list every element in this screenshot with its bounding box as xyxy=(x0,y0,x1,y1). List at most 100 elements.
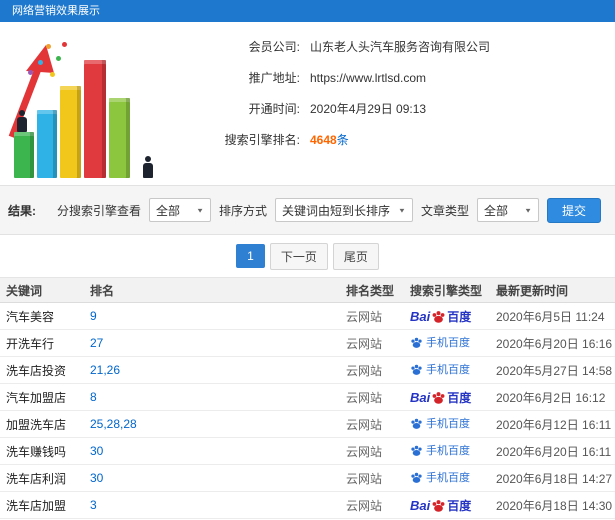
chart-bar xyxy=(60,86,81,178)
col-rank-type: 排名类型 xyxy=(346,283,395,298)
rank-link[interactable]: 25,28,28 xyxy=(90,417,137,431)
titlebar: 网络营销效果展示 xyxy=(0,0,615,22)
table-header-row: 关键词 排名 排名类型 搜索引擎类型 最新更新时间 xyxy=(0,277,615,303)
rank-type-cell: 云网站 xyxy=(346,471,383,486)
filter-controls: 分搜索引擎查看 全部 ▼ 排序方式 关键词由短到长排序 ▼ 文章类型 全部 ▼ … xyxy=(57,197,601,223)
col-rank: 排名 xyxy=(90,283,115,298)
results-table: 关键词 排名 排名类型 搜索引擎类型 最新更新时间 汽车美容 9 云网站 Bai… xyxy=(0,277,615,519)
open-time-label: 开通时间: xyxy=(248,102,300,116)
sort-filter-label: 排序方式 xyxy=(219,203,268,218)
info-row-url: 推广地址: https://www.lrtlsd.com xyxy=(185,69,615,86)
rank-cell: 3 xyxy=(90,498,346,512)
info-row-engine-rank: 搜索引擎排名: 4648条 xyxy=(185,131,615,148)
rank-cell: 21,26 xyxy=(90,363,346,377)
rank-link[interactable]: 30 xyxy=(90,471,103,485)
mobile-baidu-paw-icon xyxy=(411,418,422,429)
filter-bar: 结果: 分搜索引擎查看 全部 ▼ 排序方式 关键词由短到长排序 ▼ 文章类型 全… xyxy=(0,185,615,235)
table-row: 洗车赚钱吗 30 云网站 手机百度 2020年6月20日 16:11 xyxy=(0,438,615,465)
rank-type-cell: 云网站 xyxy=(346,336,383,351)
mobile-baidu-paw-icon xyxy=(411,337,422,348)
table-row: 洗车店投资 21,26 云网站 手机百度 2020年5月27日 14:58 xyxy=(0,357,615,384)
chevron-down-icon: ▼ xyxy=(524,206,532,214)
update-time-cell: 2020年6月5日 11:24 xyxy=(496,309,605,324)
baidu-logo: Bai 百度 xyxy=(410,497,471,514)
decor-dot xyxy=(28,70,33,75)
result-label: 结果: xyxy=(8,203,36,218)
keyword-cell: 洗车店加盟 xyxy=(6,498,67,513)
rank-cell: 30 xyxy=(90,471,346,485)
baidu-logo-cn: 百度 xyxy=(447,390,472,405)
table-row: 洗车店利润 30 云网站 手机百度 2020年6月18日 14:27 xyxy=(0,465,615,492)
baidu-logo: Bai 百度 xyxy=(410,308,471,325)
sort-filter-value: 关键词由短到长排序 xyxy=(282,203,391,218)
update-time-cell: 2020年6月12日 16:11 xyxy=(496,417,612,432)
chevron-down-icon: ▼ xyxy=(196,206,205,214)
rank-type-cell: 云网站 xyxy=(346,390,383,405)
mobile-baidu-label: 手机百度 xyxy=(426,364,470,377)
baidu-logo-bai: Bai xyxy=(410,497,431,513)
page-next-button[interactable]: 下一页 xyxy=(269,242,328,270)
engine-filter-select[interactable]: 全部 ▼ xyxy=(149,198,212,222)
pagination: 1 下一页 尾页 xyxy=(0,235,615,277)
update-time-cell: 2020年5月27日 14:58 xyxy=(496,363,613,378)
keyword-cell: 开洗车行 xyxy=(6,336,55,351)
open-time-value: 2020年4月29日 09:13 xyxy=(310,102,427,116)
col-engine-type: 搜索引擎类型 xyxy=(410,283,483,298)
baidu-logo-cn: 百度 xyxy=(447,309,472,324)
page-last-button[interactable]: 尾页 xyxy=(332,242,379,270)
type-filter-value: 全部 xyxy=(483,203,508,218)
rank-link[interactable]: 9 xyxy=(90,309,97,323)
rank-type-cell: 云网站 xyxy=(346,309,383,324)
decor-dot xyxy=(50,72,55,77)
rank-link[interactable]: 27 xyxy=(90,336,103,350)
page-title: 网络营销效果展示 xyxy=(12,5,100,17)
table-row: 开洗车行 27 云网站 手机百度 2020年6月20日 16:16 xyxy=(0,330,615,357)
rank-link[interactable]: 8 xyxy=(90,390,97,404)
rank-cell: 8 xyxy=(90,390,346,404)
company-label: 会员公司: xyxy=(248,40,300,54)
mobile-baidu-logo: 手机百度 xyxy=(410,334,470,350)
rank-cell: 30 xyxy=(90,444,346,458)
promo-url-link[interactable]: https://www.lrtlsd.com xyxy=(310,71,426,85)
type-filter-label: 文章类型 xyxy=(420,203,469,218)
engine-cell: 手机百度 xyxy=(410,442,496,460)
page-current[interactable]: 1 xyxy=(236,244,265,268)
info-panel: 会员公司: 山东老人头汽车服务咨询有限公司 推广地址: https://www.… xyxy=(185,30,615,185)
type-filter-select[interactable]: 全部 ▼ xyxy=(476,198,539,222)
chart-bar xyxy=(84,60,106,178)
info-row-open-time: 开通时间: 2020年4月29日 09:13 xyxy=(185,100,615,117)
submit-button[interactable]: 提交 xyxy=(546,197,601,223)
keyword-cell: 洗车店投资 xyxy=(6,363,67,378)
chart-bar xyxy=(14,132,34,178)
engine-filter-label: 分搜索引擎查看 xyxy=(57,203,142,218)
rank-cell: 9 xyxy=(90,309,346,323)
keyword-cell: 洗车赚钱吗 xyxy=(6,444,67,459)
rank-link[interactable]: 30 xyxy=(90,444,103,458)
engine-rank-unit: 条 xyxy=(336,133,349,147)
keyword-cell: 汽车美容 xyxy=(6,309,55,324)
engine-cell: 手机百度 xyxy=(410,469,496,487)
engine-cell: 手机百度 xyxy=(410,415,496,433)
engine-rank-label: 搜索引擎排名: xyxy=(224,133,300,147)
engine-rank-value: 4648条 xyxy=(310,131,349,148)
chart-illustration xyxy=(0,30,185,182)
rank-type-cell: 云网站 xyxy=(346,444,383,459)
company-link[interactable]: 山东老人头汽车服务咨询有限公司 xyxy=(310,38,490,55)
decor-dot xyxy=(38,60,43,65)
mobile-baidu-logo: 手机百度 xyxy=(410,361,470,377)
mobile-baidu-label: 手机百度 xyxy=(426,472,470,485)
baidu-logo-bai: Bai xyxy=(410,389,431,405)
decor-dot xyxy=(46,44,51,49)
mobile-baidu-paw-icon xyxy=(411,445,422,456)
rank-link[interactable]: 21,26 xyxy=(90,363,120,377)
sort-filter-select[interactable]: 关键词由短到长排序 ▼ xyxy=(275,198,413,222)
decor-dot xyxy=(56,56,61,61)
baidu-logo-cn: 百度 xyxy=(447,498,472,513)
update-time-cell: 2020年6月20日 16:11 xyxy=(496,444,612,459)
rank-type-cell: 云网站 xyxy=(346,417,383,432)
engine-cell: Bai 百度 xyxy=(410,308,496,325)
chevron-down-icon: ▼ xyxy=(398,206,406,214)
rank-link[interactable]: 3 xyxy=(90,498,97,512)
mobile-baidu-paw-icon xyxy=(411,364,422,375)
keyword-cell: 洗车店利润 xyxy=(6,471,67,486)
